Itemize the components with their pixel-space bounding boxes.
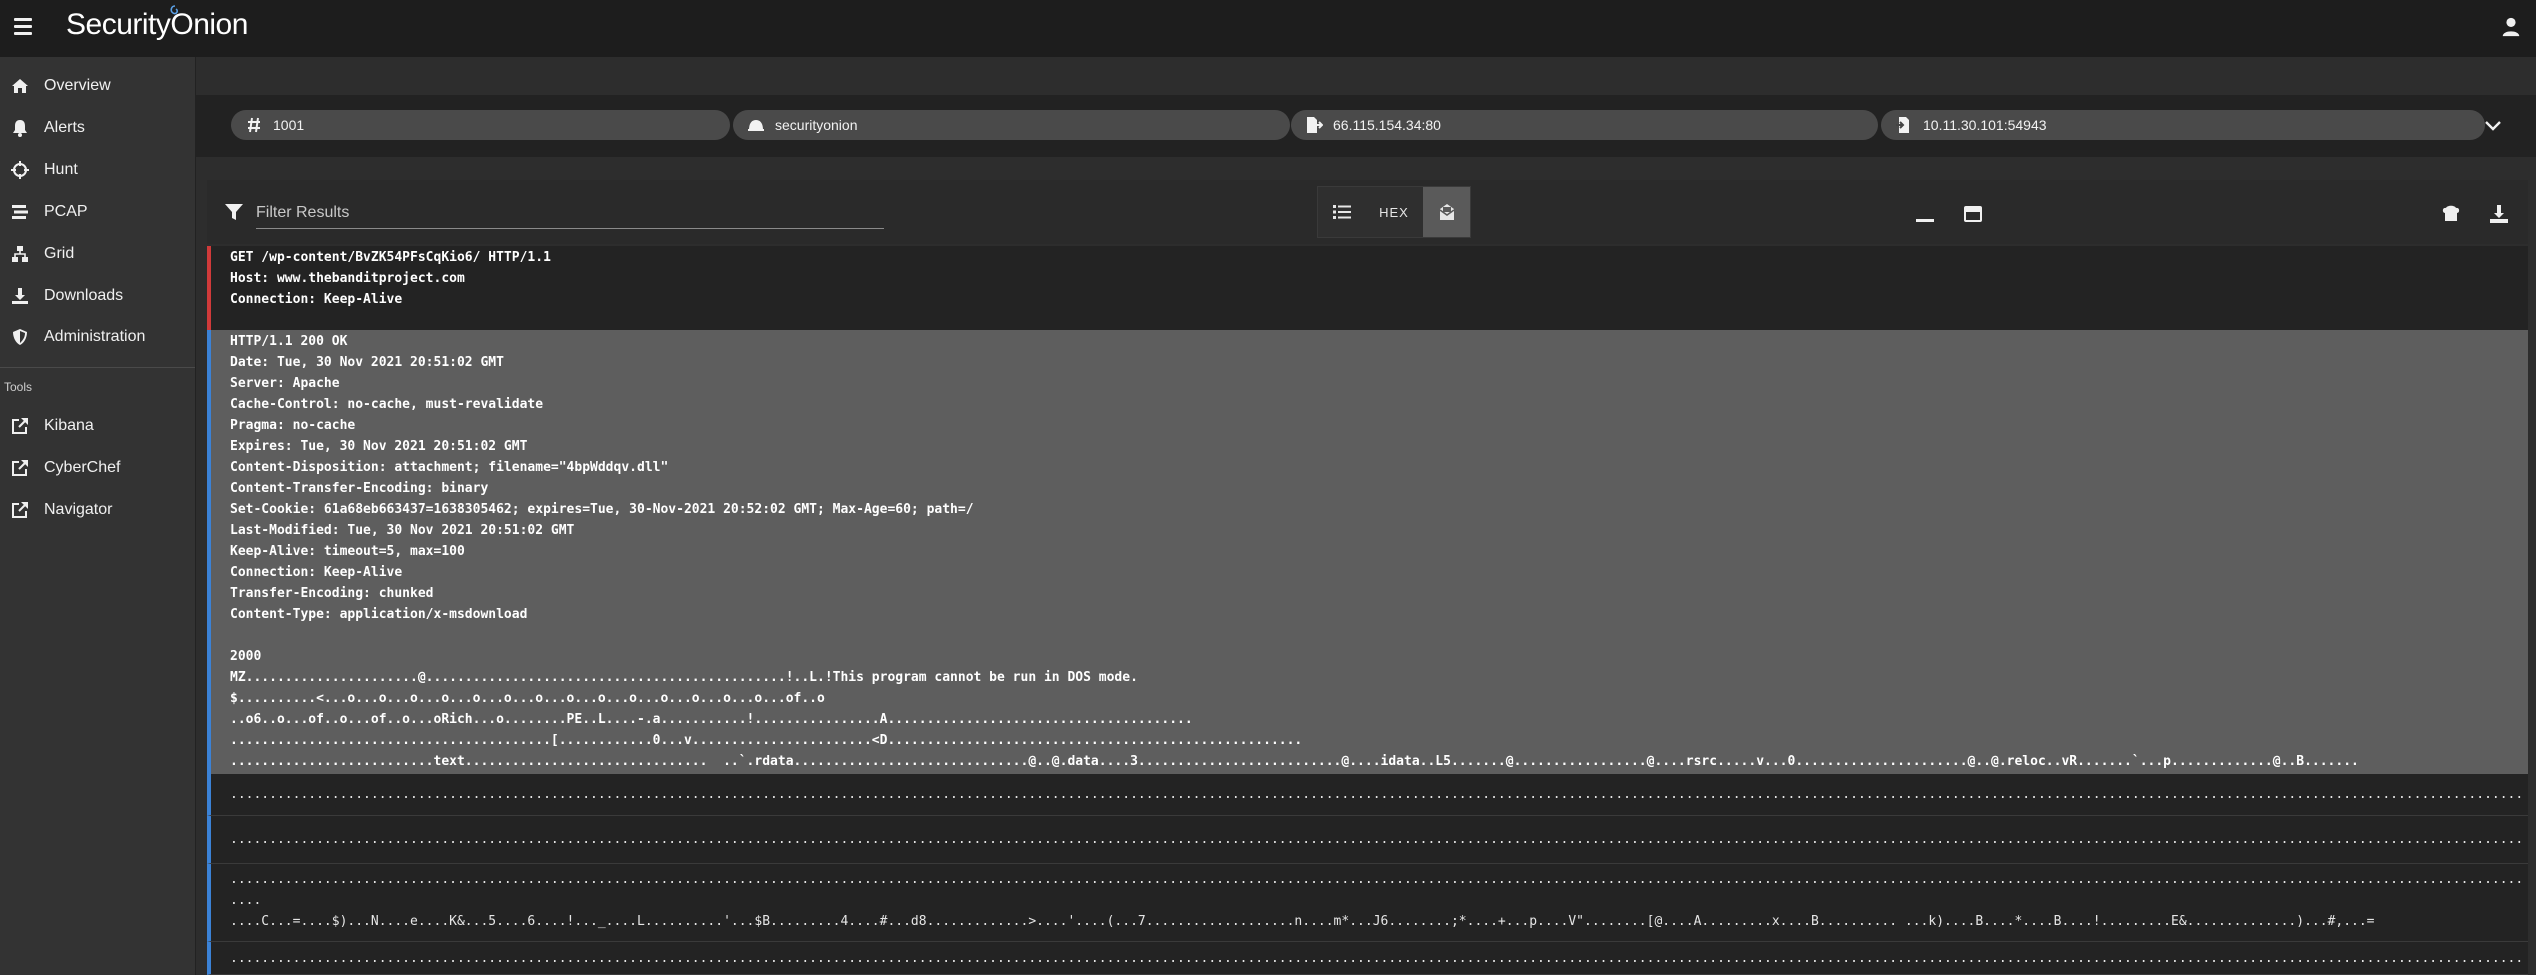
sidebar-item-cyberchef[interactable]: CyberChef — [0, 449, 195, 487]
filter-results-input[interactable] — [256, 198, 884, 229]
sidebar-item-label: Hunt — [44, 161, 78, 178]
network-icon — [10, 244, 30, 264]
expand-all-button[interactable] — [1962, 203, 1984, 225]
sidebar-divider — [0, 367, 195, 368]
list-icon — [1332, 205, 1351, 219]
menu-icon[interactable] — [14, 18, 32, 36]
chip-destination-address[interactable]: 10.11.30.101:54943 — [1881, 110, 2485, 140]
external-link-icon — [10, 500, 30, 520]
payload-text: ........................................… — [230, 832, 2526, 847]
filter-icon — [225, 204, 243, 220]
send-to-cyberchef-button[interactable] — [2440, 203, 2462, 225]
chip-sensor[interactable]: securityonion — [733, 110, 1290, 140]
payload-row: ........................................… — [207, 864, 2528, 942]
user-account-icon[interactable] — [2500, 16, 2522, 38]
chef-hat-icon — [2442, 205, 2460, 221]
crosshairs-icon — [10, 160, 30, 180]
onion-swirl-icon — [170, 5, 179, 15]
sidebar-item-label: Alerts — [44, 119, 85, 136]
hash-icon — [245, 116, 263, 134]
sidebar-item-overview[interactable]: Overview — [0, 67, 195, 105]
chip-text: 1001 — [273, 117, 305, 133]
sidebar-item-administration[interactable]: Administration — [0, 318, 195, 356]
payload-text: ........................................… — [230, 787, 2526, 802]
tools-section-header: Tools — [4, 380, 33, 394]
payload-row: ........................................… — [207, 816, 2528, 864]
sidebar-item-pcap[interactable]: PCAP — [0, 193, 195, 231]
inbox-envelope-icon — [1439, 204, 1454, 220]
download-pcap-button[interactable] — [2488, 203, 2510, 225]
sidebar-item-label: Navigator — [44, 501, 113, 518]
logo-text-onion: Onion — [170, 8, 248, 41]
top-app-bar: SecurityOnion — [0, 0, 2536, 57]
list-view-button[interactable] — [1318, 187, 1365, 237]
server-response-block: HTTP/1.1 200 OK Date: Tue, 30 Nov 2021 2… — [207, 330, 2528, 774]
view-mode-toggle: HEX — [1317, 186, 1471, 238]
bell-icon — [10, 118, 30, 138]
hex-view-button[interactable]: HEX — [1365, 187, 1423, 237]
sidebar-item-kibana[interactable]: Kibana — [0, 407, 195, 445]
stream-icon — [10, 202, 30, 222]
shield-icon — [10, 327, 30, 347]
app-logo[interactable]: SecurityOnion — [66, 5, 248, 42]
chip-text: 66.115.154.34:80 — [1333, 117, 1441, 133]
home-icon — [10, 76, 30, 96]
sidebar-item-label: Downloads — [44, 287, 124, 304]
payload-text: ........................................… — [230, 951, 2526, 966]
sidebar-item-label: Administration — [44, 328, 146, 345]
payload-text: ........................................… — [230, 872, 2526, 929]
chevron-down-icon[interactable] — [2483, 116, 2503, 136]
request-text: GET /wp-content/BvZK54PFsCqKio6/ HTTP/1.… — [230, 250, 551, 307]
chip-text: 10.11.30.101:54943 — [1923, 117, 2047, 133]
response-text: HTTP/1.1 200 OK Date: Tue, 30 Nov 2021 2… — [230, 334, 2359, 769]
client-request-block: GET /wp-content/BvZK54PFsCqKio6/ HTTP/1.… — [207, 246, 2528, 330]
minimize-icon — [1916, 219, 1934, 222]
chip-text: securityonion — [775, 117, 858, 133]
external-link-icon — [10, 458, 30, 478]
sidebar: Overview Alerts Hunt PCAP Grid Downloads — [0, 57, 196, 975]
sidebar-item-label: Overview — [44, 77, 111, 94]
file-import-icon — [1895, 116, 1913, 134]
chip-source-address[interactable]: 66.115.154.34:80 — [1291, 110, 1878, 140]
sidebar-item-label: Kibana — [44, 417, 94, 434]
sidebar-item-downloads[interactable]: Downloads — [0, 277, 195, 315]
payload-row: ........................................… — [207, 942, 2528, 975]
file-export-icon — [1305, 116, 1323, 134]
download-icon — [2490, 205, 2508, 223]
collapse-all-button[interactable] — [1914, 203, 1936, 225]
window-maximize-icon — [1964, 206, 1982, 222]
sidebar-item-label: PCAP — [44, 203, 88, 220]
sidebar-item-navigator[interactable]: Navigator — [0, 491, 195, 529]
sidebar-item-label: CyberChef — [44, 459, 121, 476]
chip-stream-id[interactable]: 1001 — [231, 110, 730, 140]
sidebar-item-grid[interactable]: Grid — [0, 235, 195, 273]
external-link-icon — [10, 416, 30, 436]
sensor-icon — [747, 116, 765, 134]
payload-row: ........................................… — [207, 774, 2528, 816]
sidebar-item-hunt[interactable]: Hunt — [0, 151, 195, 189]
transcript-view-button[interactable] — [1423, 187, 1470, 237]
sidebar-item-label: Grid — [44, 245, 75, 262]
logo-text-security: Security — [66, 8, 171, 41]
sidebar-item-alerts[interactable]: Alerts — [0, 109, 195, 147]
download-icon — [10, 286, 30, 306]
